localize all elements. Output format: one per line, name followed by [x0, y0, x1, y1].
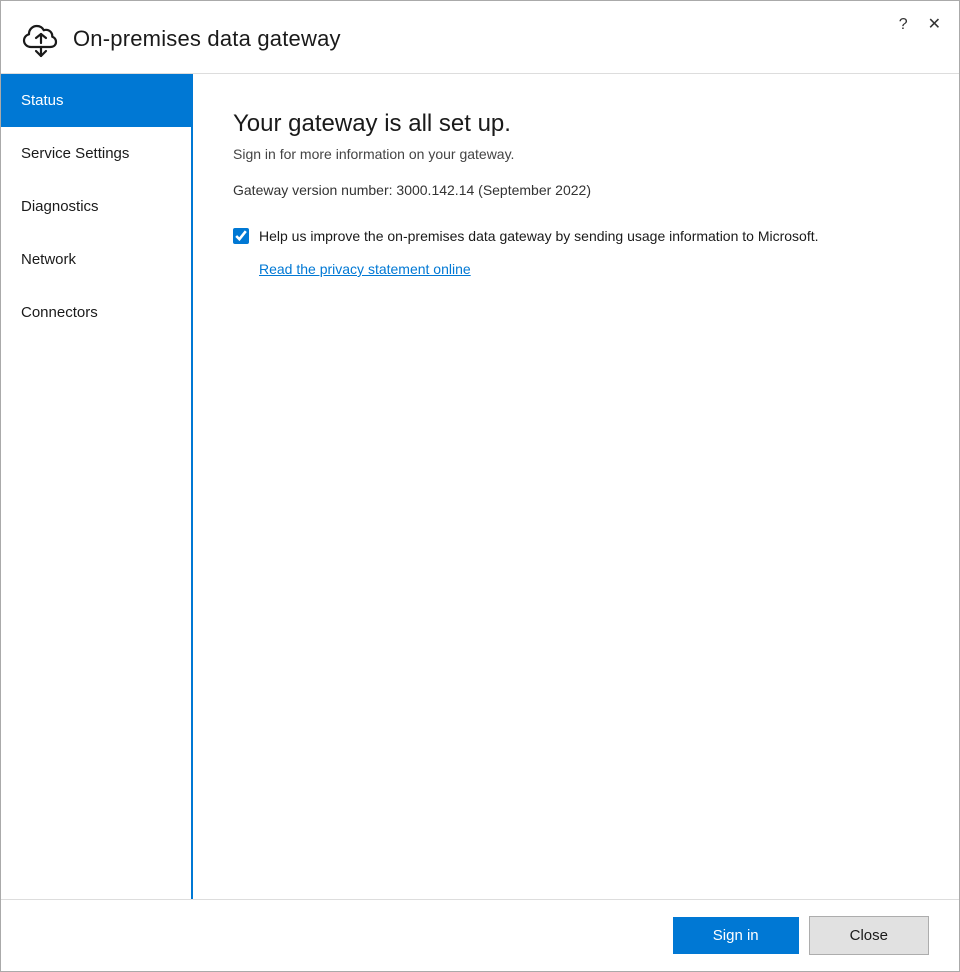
sidebar-item-diagnostics[interactable]: Diagnostics [1, 180, 191, 233]
help-button[interactable]: ? [895, 15, 912, 35]
title-bar: On-premises data gateway ? ✕ [1, 1, 959, 74]
main-content: Status Service Settings Diagnostics Netw… [1, 74, 959, 899]
close-button[interactable]: Close [809, 916, 929, 955]
telemetry-checkbox-label[interactable]: Help us improve the on-premises data gat… [259, 226, 819, 247]
footer: Sign in Close [1, 899, 959, 971]
sidebar-item-service-settings[interactable]: Service Settings [1, 127, 191, 180]
app-window: On-premises data gateway ? ✕ Status Serv… [0, 0, 960, 972]
close-window-button[interactable]: ✕ [924, 15, 945, 35]
content-subtitle: Sign in for more information on your gat… [233, 146, 919, 162]
signin-button[interactable]: Sign in [673, 917, 799, 954]
content-title: Your gateway is all set up. [233, 110, 919, 138]
sidebar: Status Service Settings Diagnostics Netw… [1, 74, 193, 899]
version-info: Gateway version number: 3000.142.14 (Sep… [233, 182, 919, 198]
privacy-link[interactable]: Read the privacy statement online [259, 261, 471, 277]
sidebar-item-connectors[interactable]: Connectors [1, 286, 191, 339]
telemetry-checkbox-row: Help us improve the on-premises data gat… [233, 226, 919, 249]
window-title: On-premises data gateway [73, 26, 341, 52]
content-area: Your gateway is all set up. Sign in for … [193, 74, 959, 899]
telemetry-checkbox[interactable] [233, 228, 249, 244]
sidebar-item-status[interactable]: Status [1, 74, 191, 127]
telemetry-checkbox-wrapper[interactable] [233, 228, 249, 249]
sidebar-item-network[interactable]: Network [1, 233, 191, 286]
title-bar-controls: ? ✕ [895, 15, 945, 35]
cloud-gateway-icon [21, 19, 61, 59]
